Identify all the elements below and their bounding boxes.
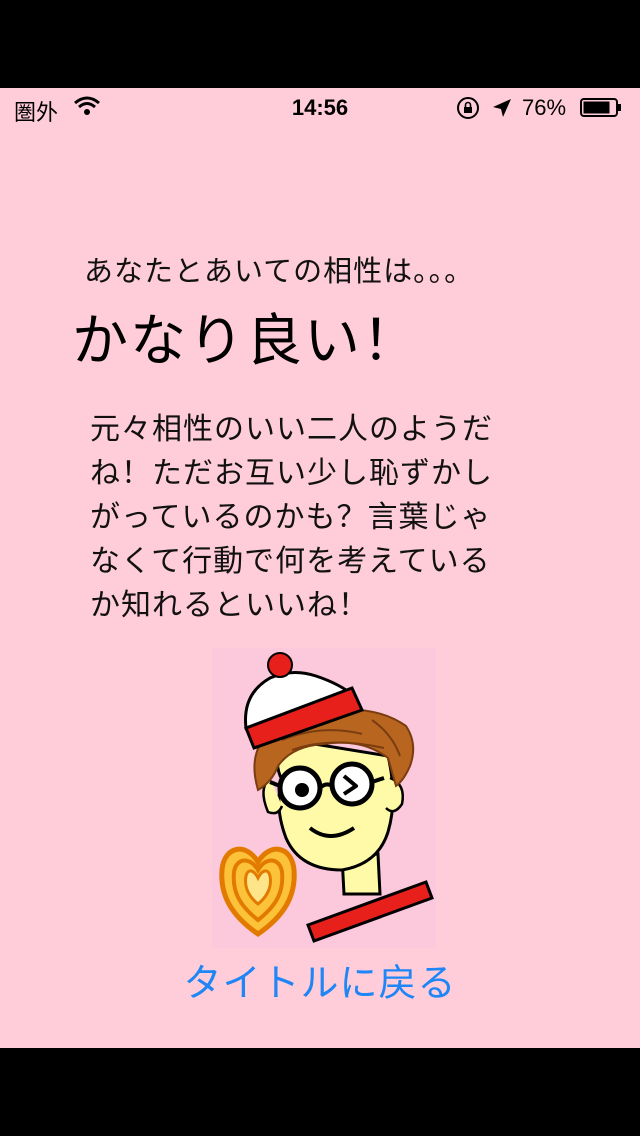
character-illustration — [212, 648, 436, 948]
back-to-title-button[interactable]: タイトルに戻る — [0, 952, 640, 1007]
intro-text: あなたとあいての相性は。。。 — [84, 254, 475, 288]
description-line: 元々相性のいい二人のようだ — [90, 412, 493, 447]
battery-percent: 76% — [522, 95, 567, 120]
battery-icon — [580, 98, 621, 117]
description-line: がっているのかも？言葉じゃ — [90, 500, 492, 535]
result-description: 元々相性のいい二人のようだ ね！ただお互い少し恥ずかし がっているのかも？言葉じ… — [90, 408, 550, 628]
result-title: かなり良い！ — [72, 309, 420, 374]
description-line: なくて行動で何を考えている — [90, 544, 491, 579]
status-bar: 圏外 14:56 76% — [0, 88, 640, 128]
app-screen: 圏外 14:56 76% あなたとあいての相性は。。。 かなり良い！ 元々相性の… — [0, 88, 640, 1048]
location-arrow-icon — [493, 99, 511, 117]
description-line: か知れるといいね！ — [90, 588, 369, 623]
rotation-lock-icon — [457, 97, 479, 119]
description-line: ね！ただお互い少し恥ずかし — [90, 456, 493, 491]
